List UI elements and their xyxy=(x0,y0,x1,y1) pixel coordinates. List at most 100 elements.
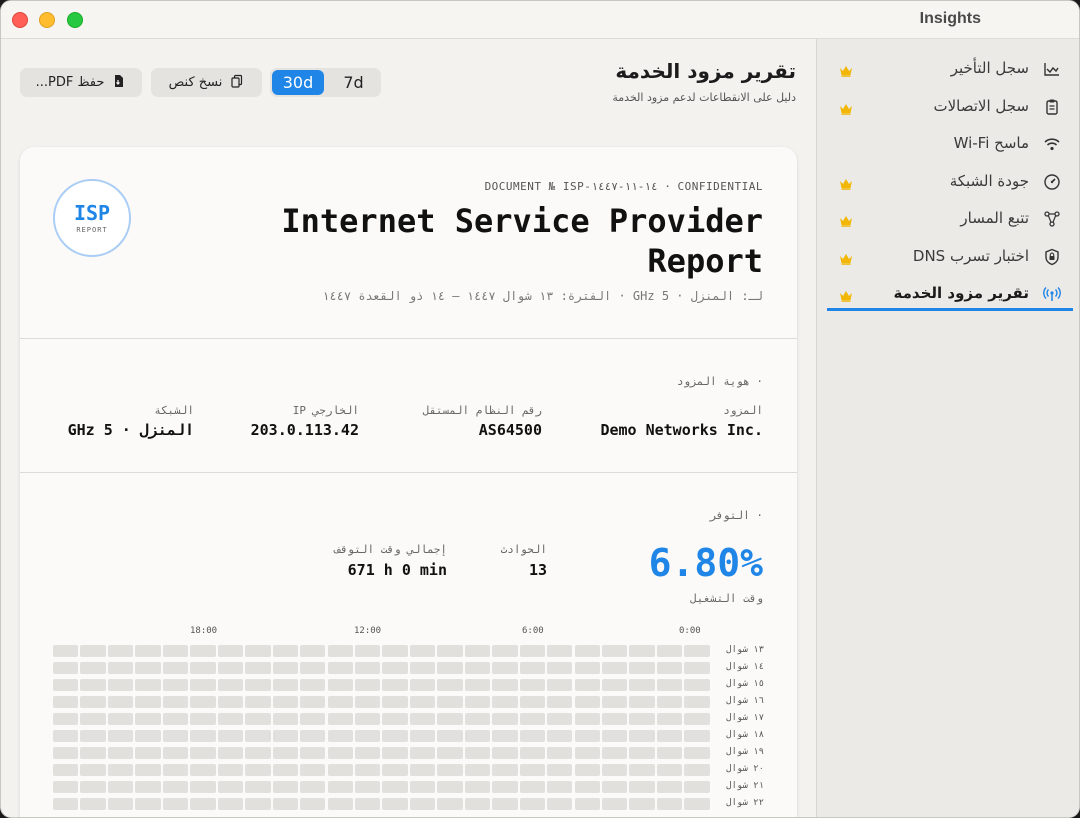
heatmap-cell xyxy=(437,662,463,674)
sidebar-item[interactable]: ماسح Wi-Fi xyxy=(827,127,1073,161)
title-bar: Insights xyxy=(1,1,1079,39)
heatmap-cell xyxy=(162,781,189,793)
sidebar-item[interactable]: جودة الشبكة xyxy=(827,165,1073,199)
heatmap-cell xyxy=(80,764,106,776)
heatmap-cell xyxy=(354,730,381,742)
hour-label: 6:00 xyxy=(522,626,544,636)
minimize-window-button[interactable] xyxy=(39,12,55,28)
copy-text-button[interactable]: نسخ كنص xyxy=(151,68,262,97)
ip-label: الخارجي IP xyxy=(292,404,359,417)
sidebar-item[interactable]: اختبار تسرب DNS xyxy=(827,240,1073,274)
heatmap-cell xyxy=(300,679,326,691)
heatmap-cell xyxy=(135,764,161,776)
heatmap-day-label: ١٨ شوال xyxy=(726,730,764,740)
heatmap-cell xyxy=(602,747,628,759)
heatmap-cell xyxy=(190,696,216,708)
heatmap-cell xyxy=(464,713,491,725)
copy-text-label: نسخ كنص xyxy=(168,75,223,90)
heatmap-cell xyxy=(327,781,353,793)
heatmap-cell xyxy=(629,764,655,776)
ip-value: 203.0.113.42 xyxy=(250,421,359,439)
heatmap-cell xyxy=(53,645,79,657)
heatmap-cell xyxy=(245,798,271,810)
heatmap-cell xyxy=(492,645,518,657)
heatmap-cell xyxy=(547,798,573,810)
heatmap-cell xyxy=(574,747,600,759)
heatmap-day-label: ٢١ شوال xyxy=(726,781,764,791)
heatmap-cell xyxy=(53,781,79,793)
incidents-label: الحوادث xyxy=(500,543,547,556)
sidebar-item[interactable]: تقرير مزود الخدمة xyxy=(827,277,1073,311)
page-subtitle: دليل على الانقطاعات لدعم مزود الخدمة xyxy=(612,91,796,104)
heatmap-cell xyxy=(135,662,161,674)
heatmap-cell xyxy=(409,696,436,708)
heatmap-cell xyxy=(629,645,655,657)
heatmap-cell xyxy=(135,679,161,691)
heatmap-cell xyxy=(574,713,600,725)
heatmap-cell xyxy=(547,764,573,776)
hour-label: 18:00 xyxy=(190,626,218,636)
downtime-value: 671 h 0 min xyxy=(347,561,447,579)
heatmap-cell xyxy=(437,798,463,810)
heatmap-cell xyxy=(464,781,491,793)
heatmap-cell xyxy=(547,781,573,793)
heatmap-cell xyxy=(354,696,381,708)
heatmap-cell xyxy=(574,662,600,674)
heatmap-cell xyxy=(245,696,271,708)
heatmap-cell xyxy=(464,747,491,759)
heatmap-day-label: ١٣ شوال xyxy=(726,645,764,655)
heatmap-cell xyxy=(80,645,106,657)
heatmap-cell xyxy=(437,679,463,691)
heatmap-cell xyxy=(629,696,655,708)
heatmap-cell xyxy=(327,764,353,776)
heatmap-cell xyxy=(135,781,161,793)
network-label: الشبكة xyxy=(154,404,194,417)
heatmap-cell xyxy=(300,696,326,708)
sidebar-item[interactable]: سجل الاتصالات xyxy=(827,90,1073,124)
heatmap-cell xyxy=(272,781,298,793)
heatmap-cell xyxy=(382,679,408,691)
crown-icon xyxy=(839,175,853,190)
heatmap-cell xyxy=(519,764,546,776)
sidebar-item[interactable]: سجل التأخير xyxy=(827,52,1073,86)
heatmap-cell xyxy=(492,730,518,742)
heatmap-cell xyxy=(327,645,353,657)
heatmap-cell xyxy=(272,696,298,708)
heatmap-cell xyxy=(107,747,134,759)
heatmap-cell xyxy=(272,645,298,657)
heatmap-cell xyxy=(190,781,216,793)
sidebar-item[interactable]: تتبع المسار xyxy=(827,202,1073,236)
report-card: ISP REPORT DOCUMENT № ISP-١٤-١١-١٤٤٧ · C… xyxy=(20,147,797,817)
heatmap-cell xyxy=(53,713,79,725)
save-pdf-button[interactable]: حفظ PDF... xyxy=(20,68,142,97)
range-7d-option[interactable]: 7d xyxy=(328,70,379,95)
heatmap-cell xyxy=(272,764,298,776)
heatmap-cell xyxy=(272,730,298,742)
heatmap-cell xyxy=(574,679,600,691)
heatmap-cell xyxy=(629,747,655,759)
heatmap-cell xyxy=(547,645,573,657)
heatmap-cell xyxy=(629,781,655,793)
heatmap-cell xyxy=(382,645,408,657)
heatmap-cell xyxy=(382,747,408,759)
heatmap-cell xyxy=(354,747,381,759)
heatmap-cell xyxy=(656,781,683,793)
heatmap-cell xyxy=(629,662,655,674)
range-30d-option[interactable]: 30d xyxy=(272,70,324,95)
heatmap-cell xyxy=(327,713,353,725)
save-pdf-label: حفظ PDF... xyxy=(35,75,105,90)
heatmap-cell xyxy=(574,798,600,810)
heatmap-cell xyxy=(354,713,381,725)
heatmap-cell xyxy=(656,662,683,674)
heatmap-cell xyxy=(492,662,518,674)
heatmap-cell xyxy=(574,645,600,657)
isp-report-badge: ISP REPORT xyxy=(53,179,131,257)
zoom-window-button[interactable] xyxy=(67,12,83,28)
heatmap-cell xyxy=(656,747,683,759)
close-window-button[interactable] xyxy=(12,12,28,28)
heatmap-cell xyxy=(519,713,546,725)
heatmap-cell xyxy=(409,713,436,725)
heatmap-cell xyxy=(107,679,134,691)
heatmap-cell xyxy=(217,747,244,759)
crown-icon xyxy=(839,287,853,302)
